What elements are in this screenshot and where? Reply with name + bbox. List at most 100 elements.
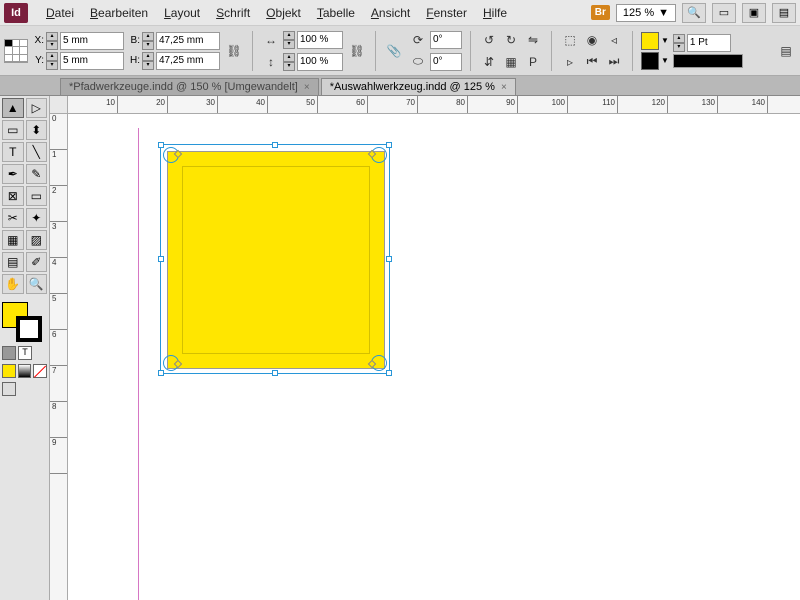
menu-datei[interactable]: Datei <box>38 2 82 24</box>
rectangle-frame-tool[interactable]: ⊠ <box>2 186 24 206</box>
h-spinner[interactable]: ▴▾ <box>142 52 154 70</box>
apply-none-icon[interactable] <box>33 364 47 378</box>
scale-x-input[interactable] <box>297 31 343 49</box>
stroke-weight-input[interactable] <box>687 34 731 52</box>
page[interactable] <box>68 114 800 600</box>
view-mode-normal-icon[interactable] <box>2 382 16 396</box>
selection-tool[interactable]: ▲ <box>2 98 24 118</box>
constrain-scale-icon[interactable]: ⛓ <box>347 41 367 61</box>
menu-bearbeiten[interactable]: Bearbeiten <box>82 2 156 24</box>
scale-y-input[interactable] <box>297 53 343 71</box>
select-last-icon[interactable]: ⏭ <box>604 52 624 72</box>
scalex-spinner[interactable]: ▴▾ <box>283 31 295 49</box>
fill-swatch[interactable] <box>641 32 659 50</box>
select-container-icon[interactable]: ⬚ <box>560 30 580 50</box>
note-tool[interactable]: ▤ <box>2 252 24 272</box>
p-icon[interactable]: P <box>523 52 543 72</box>
clip-icon[interactable]: 📎 <box>384 41 404 61</box>
inner-frame <box>182 166 370 354</box>
reference-point[interactable] <box>4 39 28 63</box>
x-spinner[interactable]: ▴▾ <box>46 32 58 50</box>
hand-tool[interactable]: ✋ <box>2 274 24 294</box>
resize-handle[interactable] <box>158 370 164 376</box>
stroke-style[interactable] <box>673 54 743 68</box>
yellow-rectangle[interactable] <box>167 151 385 369</box>
menu-ansicht[interactable]: Ansicht <box>363 2 418 24</box>
rotate-ccw-icon[interactable]: ↺ <box>479 30 499 50</box>
x-input[interactable] <box>60 32 124 50</box>
strokewt-spinner[interactable]: ▴▾ <box>673 34 685 52</box>
view-mode-icon[interactable]: ▭ <box>712 3 736 23</box>
eyedropper-tool[interactable]: ✐ <box>26 252 48 272</box>
fill-stroke-proxy[interactable] <box>2 302 42 342</box>
scissors-tool[interactable]: ✂ <box>2 208 24 228</box>
rectangle-tool[interactable]: ▭ <box>26 186 48 206</box>
formatting-container-icon[interactable] <box>2 346 16 360</box>
select-prev-icon[interactable]: ◃ <box>604 30 624 50</box>
page-tool[interactable]: ▭ <box>2 120 24 140</box>
close-icon[interactable]: × <box>304 82 310 93</box>
menu-tabelle[interactable]: Tabelle <box>309 2 363 24</box>
menu-layout[interactable]: Layout <box>156 2 208 24</box>
arrange-icon[interactable]: ▤ <box>772 3 796 23</box>
resize-handle[interactable] <box>386 256 392 262</box>
canvas[interactable]: 1020 3040 5060 7080 90100 110120 130140 … <box>50 96 800 600</box>
apply-gradient-icon[interactable] <box>18 364 32 378</box>
stroke-color-swatch[interactable] <box>16 316 42 342</box>
zoom-level[interactable]: 125 % ▼ <box>616 4 676 22</box>
w-spinner[interactable]: ▴▾ <box>142 32 154 50</box>
pencil-tool[interactable]: ✎ <box>26 164 48 184</box>
flip-v-icon[interactable]: ⇵ <box>479 52 499 72</box>
y-spinner[interactable]: ▴▾ <box>46 52 58 70</box>
screen-mode-icon[interactable]: ▣ <box>742 3 766 23</box>
effects-icon[interactable]: ▤ <box>776 41 796 61</box>
select-next-icon[interactable]: ▹ <box>560 52 580 72</box>
search-icon[interactable]: 🔍 <box>682 3 706 23</box>
menu-hilfe[interactable]: Hilfe <box>475 2 515 24</box>
menu-fenster[interactable]: Fenster <box>418 2 475 24</box>
tab-auswahlwerkzeug[interactable]: *Auswahlwerkzeug.indd @ 125 % × <box>321 78 516 95</box>
dropdown-icon[interactable]: ▼ <box>661 56 669 65</box>
scaley-spinner[interactable]: ▴▾ <box>283 53 295 71</box>
h-input[interactable] <box>156 52 220 70</box>
free-transform-tool[interactable]: ✦ <box>26 208 48 228</box>
control-bar: X: ▴▾ Y: ▴▾ B: ▴▾ H: ▴▾ ⛓ ↔ ▴▾ ↕ <box>0 26 800 76</box>
menu-schrift[interactable]: Schrift <box>208 2 258 24</box>
flip-h-icon[interactable]: ⇋ <box>523 30 543 50</box>
tab-pfadwerkzeuge[interactable]: *Pfadwerkzeuge.indd @ 150 % [Umgewandelt… <box>60 78 319 95</box>
shear-input[interactable] <box>430 53 462 71</box>
select-content-icon[interactable]: ◉ <box>582 30 602 50</box>
line-tool[interactable]: ╲ <box>26 142 48 162</box>
zoom-tool[interactable]: 🔍 <box>26 274 48 294</box>
y-input[interactable] <box>60 52 124 70</box>
align-icon[interactable]: ▦ <box>501 52 521 72</box>
horizontal-ruler[interactable]: 1020 3040 5060 7080 90100 110120 130140 <box>68 96 800 114</box>
gradient-swatch-tool[interactable]: ▦ <box>2 230 24 250</box>
gradient-feather-tool[interactable]: ▨ <box>26 230 48 250</box>
resize-handle[interactable] <box>386 142 392 148</box>
resize-handle[interactable] <box>386 370 392 376</box>
rotate-input[interactable] <box>430 31 462 49</box>
gap-tool[interactable]: ⬍ <box>26 120 48 140</box>
vertical-ruler[interactable]: 01 23 45 67 89 <box>50 114 68 600</box>
close-icon[interactable]: × <box>501 82 507 93</box>
type-tool[interactable]: T <box>2 142 24 162</box>
resize-handle[interactable] <box>272 370 278 376</box>
constrain-icon[interactable]: ⛓ <box>224 41 244 61</box>
resize-handle[interactable] <box>272 142 278 148</box>
resize-handle[interactable] <box>158 256 164 262</box>
direct-selection-tool[interactable]: ▷ <box>26 98 48 118</box>
stroke-swatch[interactable] <box>641 52 659 70</box>
ruler-origin[interactable] <box>50 96 68 114</box>
formatting-text-icon[interactable]: T <box>18 346 32 360</box>
w-input[interactable] <box>156 32 220 50</box>
rotate-cw-icon[interactable]: ↻ <box>501 30 521 50</box>
pen-tool[interactable]: ✒ <box>2 164 24 184</box>
selected-object[interactable] <box>160 144 390 374</box>
dropdown-icon[interactable]: ▼ <box>661 36 669 45</box>
bridge-button[interactable]: Br <box>591 5 610 20</box>
menu-objekt[interactable]: Objekt <box>258 2 309 24</box>
select-first-icon[interactable]: ⏮ <box>582 52 602 72</box>
resize-handle[interactable] <box>158 142 164 148</box>
apply-color-icon[interactable] <box>2 364 16 378</box>
